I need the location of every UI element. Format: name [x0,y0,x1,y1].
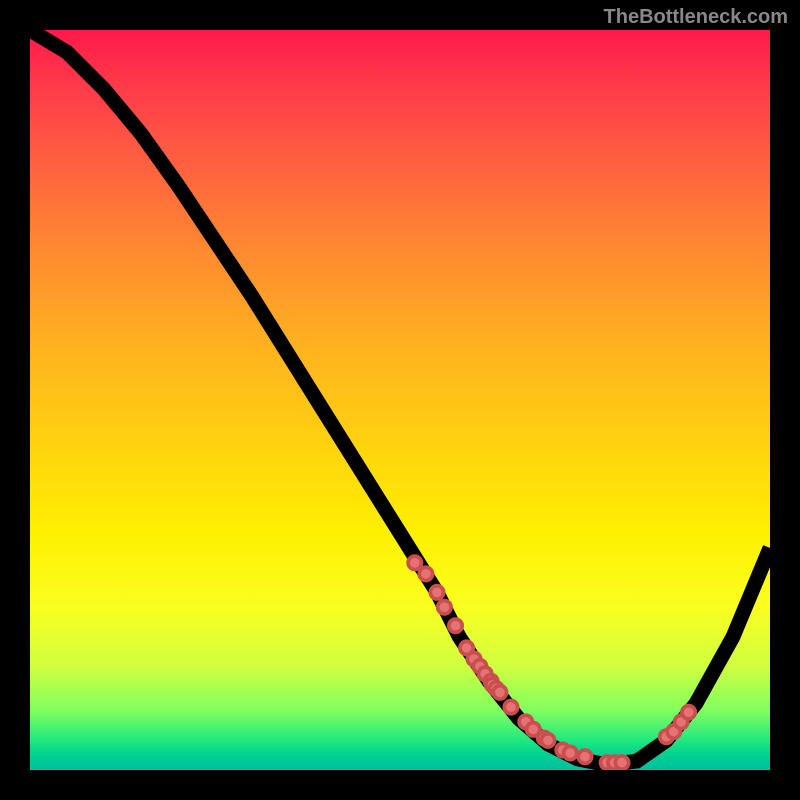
bottleneck-curve [30,30,770,765]
scatter-dot [438,601,451,614]
scatter-dot [449,619,462,632]
scatter-dot [504,700,517,713]
watermark-text: TheBottleneck.com [604,6,788,29]
scatter-dot [682,706,695,719]
plot-svg [30,30,770,770]
scatter-dot [615,756,628,769]
scatter-dot [419,567,432,580]
plot-area [30,30,770,770]
scatter-dot [578,750,591,763]
scatter-group [408,556,695,769]
scatter-dot [541,734,554,747]
scatter-dot [493,686,506,699]
chart-container: TheBottleneck.com [0,0,800,800]
scatter-dot [430,586,443,599]
scatter-dot [408,556,421,569]
scatter-dot [564,746,577,759]
